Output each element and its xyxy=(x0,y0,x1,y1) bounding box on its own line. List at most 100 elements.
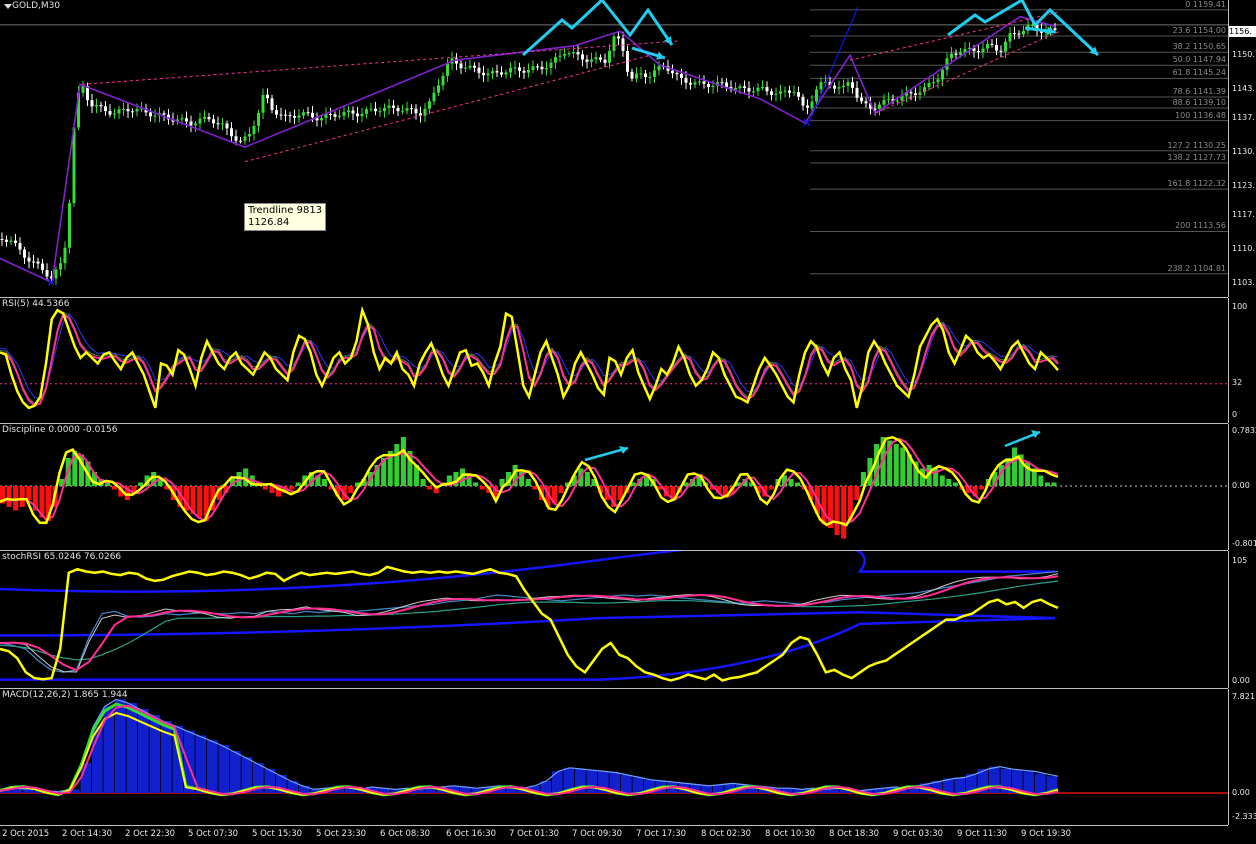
candle-body xyxy=(275,110,278,115)
price-pane[interactable]: ✕ ✕ GOLD,M30 Trendline 9813 1126.84 0 115… xyxy=(0,0,1228,298)
channel-lower-right xyxy=(874,30,1061,114)
candle-body xyxy=(792,92,796,94)
fib-label-12: 238.2 1104.81 xyxy=(1167,263,1226,273)
candle-body xyxy=(864,101,868,104)
discipline-chart[interactable] xyxy=(0,424,1228,550)
discipline-bar xyxy=(584,472,590,486)
candle-body xyxy=(14,240,17,243)
discipline-bar xyxy=(322,479,328,486)
macd-histogram-bar xyxy=(621,775,632,793)
candle-body xyxy=(522,70,526,73)
candle-body xyxy=(842,85,845,88)
discipline-bar xyxy=(400,437,406,486)
macd-histogram-bar xyxy=(207,740,218,793)
candle-body xyxy=(1022,30,1025,35)
candle-body xyxy=(198,118,202,124)
candle-body xyxy=(432,92,436,102)
candle-body xyxy=(284,114,287,116)
discipline-pane[interactable]: Discipline 0.0000 -0.0156 xyxy=(0,424,1228,551)
candle-body xyxy=(396,107,400,112)
price-chart[interactable]: ✕✕ xyxy=(0,0,1228,297)
discipline-bar xyxy=(473,482,479,486)
candle-body xyxy=(756,87,760,92)
discipline-bar xyxy=(939,475,945,486)
discipline-bar xyxy=(900,447,906,486)
candle-body xyxy=(774,93,778,95)
stochrsi-chart[interactable] xyxy=(0,551,1228,688)
candle-body xyxy=(887,99,890,101)
macd-chart[interactable] xyxy=(0,689,1228,825)
candle-body xyxy=(410,108,413,110)
candle-body xyxy=(464,67,467,69)
candle-body xyxy=(806,105,809,108)
candle-body xyxy=(333,114,337,117)
candle-body xyxy=(576,52,580,55)
candle-body xyxy=(288,115,292,117)
candle-body xyxy=(180,118,184,120)
candle-body xyxy=(486,73,490,76)
candle-body xyxy=(59,263,62,270)
candle-body xyxy=(248,133,251,137)
candle-body xyxy=(747,88,751,92)
macd-tick-top: 7.821 xyxy=(1232,692,1255,701)
tooltip-line2: 1126.84 xyxy=(248,217,290,228)
discipline-bar xyxy=(768,486,774,490)
candle-body xyxy=(27,257,31,262)
candle-body xyxy=(311,112,314,118)
candle-body xyxy=(941,69,944,80)
candle-body xyxy=(18,242,22,250)
discipline-bar xyxy=(394,444,400,486)
candle-body xyxy=(531,66,535,70)
candle-body xyxy=(414,108,418,114)
candle-body xyxy=(657,66,661,71)
candle-body xyxy=(68,203,71,248)
candle-body xyxy=(909,92,913,94)
candle-body xyxy=(860,97,863,102)
rsi-pane[interactable]: RSI(5) 44.5366 xyxy=(0,298,1228,424)
candle-body xyxy=(230,128,233,137)
discipline-bar xyxy=(420,479,426,486)
candle-body xyxy=(851,82,854,88)
candle-body xyxy=(540,66,544,70)
candle-body xyxy=(797,92,800,97)
candle-body xyxy=(671,70,674,74)
stochrsi-pane[interactable]: stochRSI 65.0246 76.0266 xyxy=(0,551,1228,689)
candle-body xyxy=(207,116,211,120)
fib-label-11: 200 1113.56 xyxy=(1175,221,1226,231)
macd-histogram-bar xyxy=(989,766,1000,793)
candle-body xyxy=(882,99,886,105)
candle-body xyxy=(743,86,746,89)
discipline-bar xyxy=(532,486,538,490)
candle-body xyxy=(261,94,265,113)
candle-body xyxy=(693,82,697,85)
rsi-chart[interactable] xyxy=(0,298,1228,423)
candle-body xyxy=(846,82,850,86)
chart-menu-triangle-icon[interactable] xyxy=(4,4,12,9)
candle-body xyxy=(594,57,598,60)
discipline-bar xyxy=(795,482,801,486)
price-tick-6: 1110. xyxy=(1232,243,1255,253)
discipline-tick-top: 0.7832 xyxy=(1232,426,1256,435)
fib-label-4: 61.8 1145.24 xyxy=(1172,68,1226,78)
candle-body xyxy=(387,105,391,108)
macd-pane[interactable]: MACD(12,26,2) 1.865 1.944 xyxy=(0,689,1228,826)
candle-body xyxy=(122,109,125,111)
candle-body xyxy=(234,136,238,141)
fib-label-6: 88.6 1139.10 xyxy=(1172,98,1226,108)
rsi-title: RSI(5) 44.5366 xyxy=(2,299,70,309)
candle-body xyxy=(518,67,521,71)
candle-body xyxy=(90,100,94,107)
candle-body xyxy=(590,59,593,62)
fib-label-7: 100 1136.48 xyxy=(1175,110,1226,120)
time-label-8: 7 Oct 01:30 xyxy=(509,829,560,839)
candle-body xyxy=(608,50,611,63)
candle-body xyxy=(612,36,616,51)
candle-body xyxy=(599,57,602,60)
stochrsi-axis xyxy=(1228,551,1256,688)
macd-histogram-bar xyxy=(1023,771,1035,793)
candle-body xyxy=(437,85,440,93)
candle-body xyxy=(63,247,67,264)
candle-body xyxy=(720,82,724,84)
candle-body xyxy=(392,105,395,108)
candle-body xyxy=(369,108,373,110)
